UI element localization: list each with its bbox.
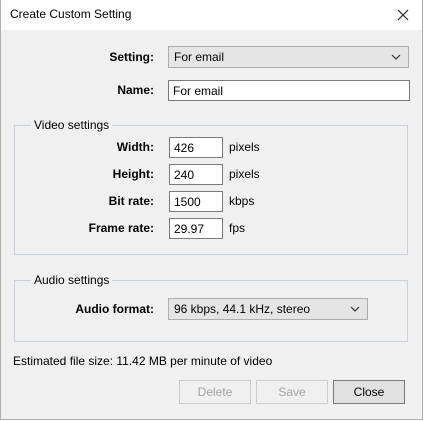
audio-settings-title: Audio settings: [31, 273, 113, 287]
framerate-value: 29.97: [174, 221, 205, 236]
bitrate-label: Bit rate:: [108, 194, 154, 208]
setting-label: Setting:: [109, 50, 154, 64]
name-field[interactable]: For email: [168, 80, 410, 101]
chevron-down-icon: [391, 54, 401, 60]
name-label: Name:: [117, 83, 154, 97]
audio-format-label: Audio format:: [75, 302, 154, 316]
close-button[interactable]: Close: [333, 380, 405, 404]
bitrate-field[interactable]: 1500: [169, 191, 223, 212]
create-custom-setting-dialog: Create Custom Setting Setting: For email…: [0, 0, 423, 420]
framerate-label: Frame rate:: [88, 221, 154, 235]
framerate-unit: fps: [229, 221, 246, 235]
name-value: For email: [173, 83, 224, 98]
delete-button[interactable]: Delete: [179, 380, 251, 404]
bitrate-value: 1500: [174, 194, 201, 209]
width-value: 426: [174, 140, 195, 155]
close-window-button[interactable]: [390, 3, 416, 27]
bitrate-unit: kbps: [229, 194, 255, 208]
video-settings-title: Video settings: [31, 118, 113, 132]
height-unit: pixels: [229, 167, 260, 181]
audio-format-dropdown[interactable]: 96 kbps, 44.1 kHz, stereo: [168, 298, 368, 320]
save-button[interactable]: Save: [256, 380, 328, 404]
width-unit: pixels: [229, 140, 260, 154]
framerate-field[interactable]: 29.97: [169, 218, 223, 239]
setting-dropdown[interactable]: For email: [168, 46, 409, 68]
setting-value: For email: [174, 50, 225, 64]
close-icon: [397, 9, 409, 21]
chevron-down-icon: [350, 306, 360, 312]
window-title: Create Custom Setting: [10, 7, 132, 21]
height-label: Height:: [112, 167, 154, 181]
estimated-file-size: Estimated file size: 11.42 MB per minute…: [13, 354, 273, 368]
height-field[interactable]: 240: [169, 164, 223, 185]
width-label: Width:: [116, 140, 154, 154]
height-value: 240: [174, 167, 195, 182]
title-bar: Create Custom Setting: [1, 0, 422, 30]
audio-format-value: 96 kbps, 44.1 kHz, stereo: [174, 302, 311, 316]
width-field[interactable]: 426: [169, 137, 223, 158]
